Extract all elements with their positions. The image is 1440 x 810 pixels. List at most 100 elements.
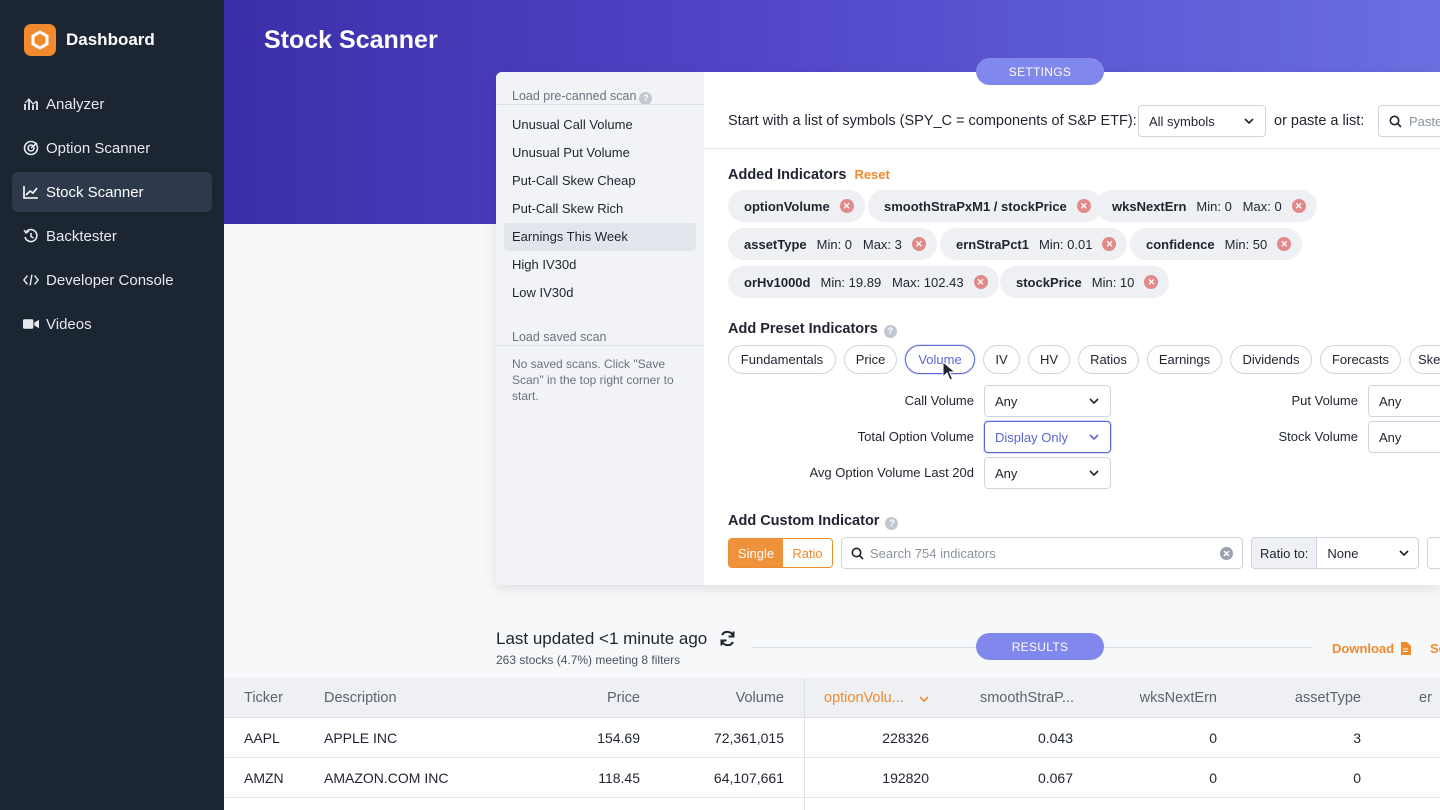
- precanned-item[interactable]: Earnings This Week: [504, 223, 696, 251]
- precanned-item[interactable]: Low IV30d: [504, 279, 696, 307]
- tab-ratios[interactable]: Ratios: [1078, 345, 1139, 374]
- tab-earnings[interactable]: Earnings: [1147, 345, 1222, 374]
- tab-fundamentals[interactable]: Fundamentals: [728, 345, 836, 374]
- put-volume-select[interactable]: Any: [1368, 385, 1440, 417]
- sidebar-item-backtester[interactable]: Backtester: [12, 216, 212, 256]
- sidebar-item-label: Backtester: [46, 227, 117, 245]
- tab-forecasts[interactable]: Forecasts: [1320, 345, 1401, 374]
- single-button[interactable]: Single: [729, 539, 783, 567]
- column-header-assettype[interactable]: assetType: [1244, 678, 1361, 718]
- indicator-chip[interactable]: stockPrice Min: 10 ✕: [1000, 266, 1170, 298]
- ratio-to-select[interactable]: Ratio to: None: [1251, 537, 1419, 569]
- column-header-wksnextern[interactable]: wksNextErn: [1104, 678, 1217, 718]
- tab-dividends[interactable]: Dividends: [1230, 345, 1312, 374]
- settings-card: Load pre-canned scan? Unusual Call Volum…: [496, 72, 1440, 585]
- table-row[interactable]: AAPL APPLE INC 154.69 72,361,015 228326 …: [224, 718, 1440, 758]
- single-ratio-toggle: Single Ratio: [728, 538, 833, 568]
- column-header-ern[interactable]: er: [1419, 678, 1440, 718]
- add-indicator-button[interactable]: [1427, 537, 1440, 569]
- indicator-chip[interactable]: optionVolume ✕: [728, 190, 865, 222]
- column-header-price[interactable]: Price: [544, 678, 640, 718]
- smoothstrapx-cell: 0.067: [1037, 770, 1073, 786]
- indicator-chip[interactable]: assetType Min: 0 Max: 3 ✕: [728, 228, 937, 260]
- sidebar-item-label: Analyzer: [46, 95, 105, 113]
- brand[interactable]: Dashboard: [24, 24, 155, 56]
- option-volume-cell: 228326: [882, 730, 929, 746]
- download-button[interactable]: Download: [1332, 641, 1412, 656]
- tab-skew[interactable]: Ske: [1409, 345, 1440, 374]
- ratio-button[interactable]: Ratio: [783, 539, 832, 567]
- remove-chip-icon[interactable]: ✕: [973, 275, 988, 289]
- sidebar-item-analyzer[interactable]: Analyzer: [12, 84, 212, 124]
- sidebar: Dashboard Analyzer Option Scanner Stock …: [0, 0, 224, 810]
- remove-chip-icon[interactable]: ✕: [1076, 199, 1091, 213]
- added-indicators-title: Added Indicators: [728, 167, 847, 183]
- symbols-label: Start with a list of symbols (SPY_C = co…: [728, 113, 1137, 129]
- smoothstrapx-cell: 0.043: [1037, 730, 1073, 746]
- scan-panel: Load pre-canned scan? Unusual Call Volum…: [496, 72, 704, 585]
- tab-hv[interactable]: HV: [1028, 345, 1070, 374]
- precanned-item[interactable]: Unusual Call Volume: [504, 111, 696, 139]
- preset-indicators-heading: Add Preset Indicators?: [728, 321, 897, 338]
- remove-chip-icon[interactable]: ✕: [911, 237, 926, 251]
- saved-heading: Load saved scan: [512, 330, 607, 344]
- save-link[interactable]: Se: [1430, 641, 1440, 656]
- sort-desc-icon[interactable]: [918, 693, 930, 705]
- remove-chip-icon[interactable]: ✕: [839, 199, 854, 213]
- sidebar-item-stock-scanner[interactable]: Stock Scanner: [12, 172, 212, 212]
- ratio-to-value: None: [1327, 545, 1359, 561]
- indicator-chip[interactable]: orHv1000d Min: 19.89 Max: 102.43 ✕: [728, 266, 999, 298]
- precanned-item[interactable]: Put-Call Skew Rich: [504, 195, 696, 223]
- option-volume-cell: 192820: [882, 770, 929, 786]
- indicator-search-input[interactable]: Search 754 indicators: [841, 537, 1243, 569]
- sidebar-item-option-scanner[interactable]: Option Scanner: [12, 128, 212, 168]
- call-volume-select[interactable]: Any: [984, 385, 1111, 417]
- column-header-smoothstrapx[interactable]: smoothStraP...: [954, 678, 1074, 718]
- column-header-optionvolume[interactable]: optionVolu...: [824, 678, 919, 718]
- total-option-volume-select[interactable]: Display Only: [984, 421, 1111, 453]
- reset-link[interactable]: Reset: [854, 167, 889, 182]
- indicator-chip[interactable]: confidence Min: 50 ✕: [1130, 228, 1303, 260]
- clear-icon[interactable]: [1220, 547, 1233, 560]
- refresh-icon[interactable]: [719, 630, 736, 647]
- tab-volume[interactable]: Volume: [905, 345, 975, 374]
- avg-option-volume-select[interactable]: Any: [984, 457, 1111, 489]
- chip-range: Min: 0 Max: 3: [816, 236, 902, 252]
- help-icon[interactable]: ?: [639, 91, 653, 105]
- table-row[interactable]: AMZN AMAZON.COM INC 118.45 64,107,661 19…: [224, 758, 1440, 798]
- remove-chip-icon[interactable]: ✕: [1102, 237, 1117, 251]
- custom-indicator-title: Add Custom Indicator: [728, 513, 880, 529]
- sidebar-item-videos[interactable]: Videos: [12, 304, 212, 344]
- results-button[interactable]: RESULTS: [976, 633, 1104, 660]
- column-header-description[interactable]: Description: [324, 678, 524, 718]
- indicator-chip[interactable]: ernStraPct1 Min: 0.01 ✕: [940, 228, 1128, 260]
- indicator-chip[interactable]: smoothStraPxM1 / stockPrice ✕: [868, 190, 1102, 222]
- settings-button[interactable]: SETTINGS: [976, 58, 1104, 85]
- paste-symbols-input[interactable]: Paste: [1378, 105, 1440, 137]
- sidebar-item-developer-console[interactable]: Developer Console: [12, 260, 212, 300]
- file-icon: [1401, 642, 1412, 655]
- indicator-chip[interactable]: wksNextErn Min: 0 Max: 0 ✕: [1096, 190, 1317, 222]
- wksnextern-cell: 0: [1209, 770, 1217, 786]
- chip-range: Min: 10: [1091, 274, 1135, 290]
- column-header-ticker[interactable]: Ticker: [244, 678, 314, 718]
- column-header-volume[interactable]: Volume: [654, 678, 784, 718]
- help-icon[interactable]: ?: [885, 516, 899, 530]
- chevron-down-icon: [1244, 118, 1254, 125]
- remove-chip-icon[interactable]: ✕: [1277, 237, 1292, 251]
- chevron-down-icon: [1089, 470, 1099, 477]
- logo-icon: [24, 24, 56, 56]
- precanned-item[interactable]: High IV30d: [504, 251, 696, 279]
- precanned-item[interactable]: Unusual Put Volume: [504, 139, 696, 167]
- symbols-select[interactable]: All symbols: [1138, 105, 1266, 137]
- sidebar-nav: Analyzer Option Scanner Stock Scanner Ba…: [12, 84, 212, 348]
- remove-chip-icon[interactable]: ✕: [1291, 199, 1306, 213]
- help-icon[interactable]: ?: [883, 324, 897, 338]
- stock-volume-select[interactable]: Any: [1368, 421, 1440, 453]
- tab-iv[interactable]: IV: [983, 345, 1020, 374]
- stock-volume-label: Stock Volume: [1278, 429, 1359, 444]
- remove-chip-icon[interactable]: ✕: [1144, 275, 1159, 289]
- added-indicators-heading: Added Indicators Reset: [728, 167, 890, 183]
- precanned-item[interactable]: Put-Call Skew Cheap: [504, 167, 696, 195]
- tab-price[interactable]: Price: [844, 345, 897, 374]
